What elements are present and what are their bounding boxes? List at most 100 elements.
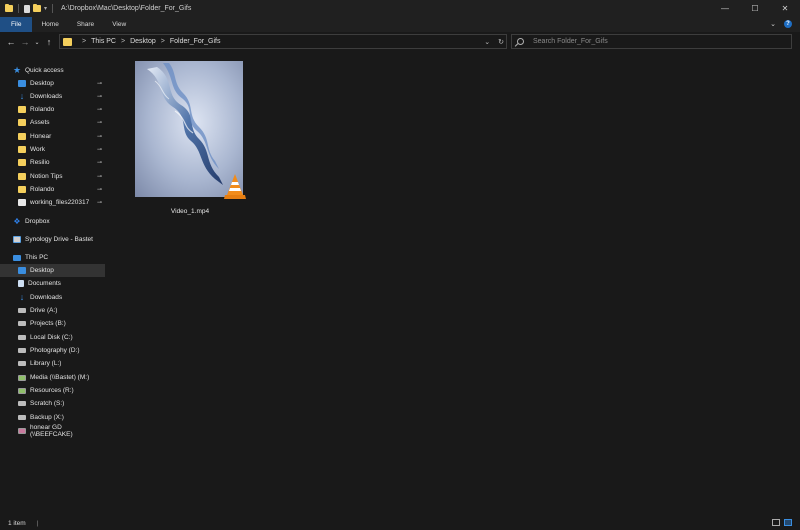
item-count: 1 item — [8, 519, 26, 527]
sidebar-item-library-l[interactable]: Library (L:) — [0, 357, 105, 370]
network-drive-icon — [18, 387, 26, 394]
toolbar-divider — [52, 4, 54, 13]
address-bar[interactable]: > This PC > Desktop > Folder_For_Gifs ⌄ … — [59, 34, 507, 49]
window-title: A:\Dropbox\Mac\Desktop\Folder_For_Gifs — [61, 5, 192, 12]
sidebar-item-label: Desktop — [30, 80, 54, 87]
pin-icon[interactable]: ⊸ — [97, 159, 102, 166]
close-button[interactable]: ✕ — [770, 0, 800, 17]
tab-file[interactable]: File — [0, 17, 33, 32]
pin-icon[interactable]: ⊸ — [97, 119, 102, 126]
sidebar-item-resources-r[interactable]: Resources (R:) — [0, 384, 105, 397]
customize-toolbar-icon[interactable]: ▾ — [44, 5, 47, 12]
sidebar-item-resilio[interactable]: Resilio ⊸ — [0, 156, 105, 169]
breadcrumb-this-pc[interactable]: This PC — [91, 38, 116, 45]
pin-icon[interactable]: ⊸ — [97, 106, 102, 113]
sidebar-item-working-files[interactable]: working_files220317 ⊸ — [0, 196, 105, 209]
breadcrumb-separator[interactable]: > — [161, 38, 165, 45]
download-icon: ↓ — [19, 91, 25, 101]
breadcrumb-separator[interactable]: > — [82, 38, 86, 45]
up-button[interactable]: ↑ — [42, 37, 56, 47]
sidebar-item-label: Work — [30, 146, 46, 153]
desktop-icon — [18, 267, 26, 274]
sidebar-item-honear[interactable]: Honear ⊸ — [0, 130, 105, 143]
sidebar-item-local-disk-c[interactable]: Local Disk (C:) — [0, 331, 105, 344]
sidebar-item-notion-tips[interactable]: Notion Tips ⊸ — [0, 170, 105, 183]
recent-locations-icon[interactable]: ⌄ — [32, 39, 42, 46]
sidebar-item-label: Scratch (S:) — [30, 400, 65, 407]
pin-icon[interactable]: ⊸ — [97, 133, 102, 140]
network-drive-icon — [18, 427, 26, 434]
sidebar-item-projects-b[interactable]: Projects (B:) — [0, 317, 105, 330]
folder-icon — [18, 119, 26, 126]
help-icon[interactable]: ? — [784, 20, 792, 28]
sidebar-item-label: Downloads — [30, 294, 63, 301]
drive-icon — [18, 321, 26, 326]
pin-icon[interactable]: ⊸ — [97, 186, 102, 193]
folder-icon — [18, 173, 26, 180]
address-dropdown-icon[interactable]: ⌄ — [484, 38, 490, 46]
folder-icon — [18, 146, 26, 153]
pin-icon[interactable]: ⊸ — [97, 199, 102, 206]
forward-button[interactable]: → — [18, 37, 32, 47]
sidebar-item-media-m[interactable]: Media (\\Bastet) (M:) — [0, 371, 105, 384]
quick-access-toolbar: ▾ — [0, 4, 55, 13]
drive-icon — [18, 401, 26, 406]
sidebar-item-desktop[interactable]: Desktop ⊸ — [0, 77, 105, 90]
breadcrumb-current-folder[interactable]: Folder_For_Gifs — [170, 38, 221, 45]
sidebar-item-work[interactable]: Work ⊸ — [0, 143, 105, 156]
vlc-icon — [224, 174, 246, 199]
drive-icon — [18, 335, 26, 340]
sidebar-item-synology-drive[interactable]: Synology Drive - Bastet — [0, 233, 105, 246]
file-name[interactable]: Video_1.mp4 — [134, 208, 246, 215]
sidebar-item-honear-gd[interactable]: honear GD (\\BEEFCAKE) — [0, 423, 105, 438]
breadcrumb-separator[interactable]: > — [121, 38, 125, 45]
refresh-icon[interactable]: ↻ — [498, 38, 504, 46]
new-folder-icon[interactable] — [33, 4, 41, 12]
expand-ribbon-icon[interactable]: ⌄ — [770, 20, 776, 28]
folder-icon — [18, 159, 26, 166]
sidebar-item-rolando[interactable]: Rolando ⊸ — [0, 103, 105, 116]
sidebar-item-pc-downloads[interactable]: ↓ Downloads — [0, 291, 105, 304]
back-button[interactable]: ← — [4, 37, 18, 47]
pin-icon[interactable]: ⊸ — [97, 146, 102, 153]
folder-icon — [5, 4, 13, 12]
view-switcher — [772, 519, 792, 526]
large-icons-view-icon[interactable] — [784, 519, 792, 526]
search-placeholder: Search Folder_For_Gifs — [533, 38, 608, 45]
sidebar-item-drive-a[interactable]: Drive (A:) — [0, 304, 105, 317]
sidebar-item-downloads[interactable]: ↓ Downloads ⊸ — [0, 90, 105, 103]
pin-icon[interactable]: ⊸ — [97, 173, 102, 180]
sidebar-item-documents[interactable]: Documents — [0, 277, 105, 290]
search-box[interactable]: Search Folder_For_Gifs — [511, 34, 792, 49]
sidebar-item-photography-d[interactable]: Photography (D:) — [0, 344, 105, 357]
sidebar-item-label: Documents — [28, 280, 61, 287]
breadcrumb-desktop[interactable]: Desktop — [130, 38, 156, 45]
maximize-button[interactable]: ☐ — [740, 0, 770, 17]
sidebar-item-this-pc[interactable]: This PC — [0, 251, 105, 264]
drive-icon — [18, 348, 26, 353]
properties-icon[interactable] — [24, 4, 30, 13]
details-view-icon[interactable] — [772, 519, 780, 526]
sidebar-item-backup-x[interactable]: Backup (X:) — [0, 411, 105, 424]
network-drive-icon — [18, 374, 26, 381]
ribbon-tabs: File Home Share View ⌄ ? — [0, 17, 800, 32]
sidebar-item-label: Quick access — [25, 67, 64, 74]
sidebar-item-pc-desktop[interactable]: Desktop — [0, 264, 105, 277]
sidebar-item-label: Dropbox — [25, 218, 50, 225]
sidebar-item-rolando-2[interactable]: Rolando ⊸ — [0, 183, 105, 196]
sidebar-item-assets[interactable]: Assets ⊸ — [0, 116, 105, 129]
pin-icon[interactable]: ⊸ — [97, 93, 102, 100]
search-icon — [517, 38, 524, 45]
tab-view[interactable]: View — [103, 17, 135, 32]
sidebar-item-label: Library (L:) — [30, 360, 62, 367]
minimize-button[interactable]: — — [710, 0, 740, 17]
tab-share[interactable]: Share — [68, 17, 103, 32]
sidebar-item-scratch-s[interactable]: Scratch (S:) — [0, 397, 105, 410]
pin-icon[interactable]: ⊸ — [97, 80, 102, 87]
sidebar-item-label: honear GD (\\BEEFCAKE) — [30, 423, 73, 438]
sidebar-item-label: Drive (A:) — [30, 307, 58, 314]
sidebar-item-quick-access[interactable]: ★ Quick access — [0, 64, 105, 77]
sidebar-item-dropbox[interactable]: ❖ Dropbox — [0, 215, 105, 228]
file-view[interactable]: Video_1.mp4 — [105, 52, 800, 516]
tab-home[interactable]: Home — [32, 17, 67, 32]
